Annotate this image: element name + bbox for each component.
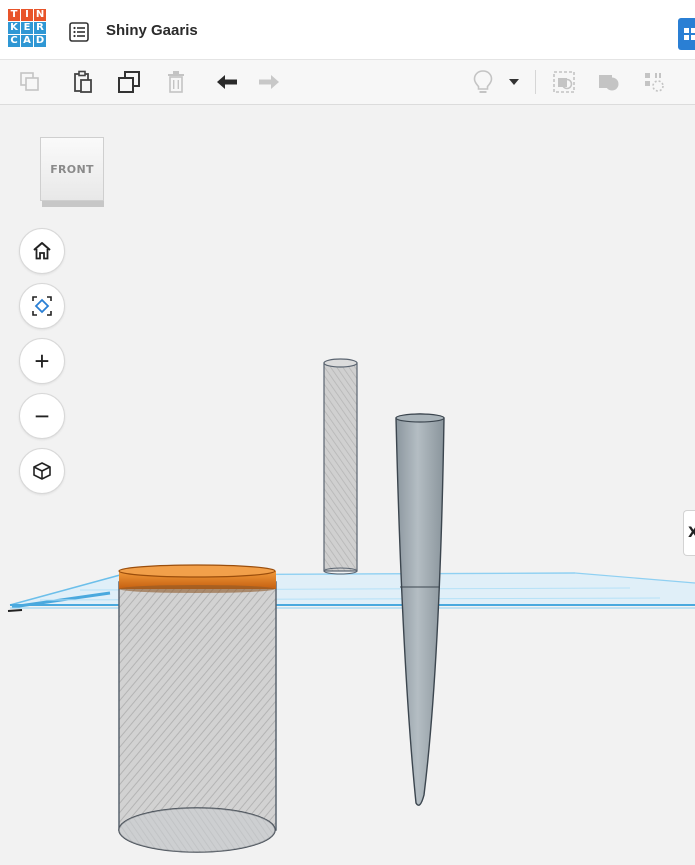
light-button[interactable]	[468, 67, 498, 97]
redo-button[interactable]	[254, 67, 284, 97]
align-icon	[645, 73, 664, 92]
workplane-viewport[interactable]: FRONT + − X	[0, 105, 695, 865]
logo-letter: I	[21, 9, 33, 21]
selected-ring[interactable]	[118, 564, 276, 593]
logo-letter: T	[8, 9, 20, 21]
edit-toolbar	[0, 60, 695, 105]
design-list-button[interactable]	[67, 20, 91, 44]
design-title[interactable]: Shiny Gaaris	[106, 22, 198, 39]
perspective-icon	[33, 462, 51, 480]
undo-button[interactable]	[212, 67, 242, 97]
logo-letter: K	[8, 22, 20, 34]
lightbulb-icon	[473, 70, 493, 93]
copy-icon	[20, 72, 39, 91]
hole-cylinder-large[interactable]	[118, 581, 277, 853]
minus-icon: −	[34, 400, 50, 431]
group-icon	[553, 71, 575, 93]
logo-letter: D	[34, 35, 46, 47]
title-bar: T I N K E R C A D Shiny Gaaris	[0, 0, 695, 60]
paste-icon	[74, 70, 92, 93]
tinkercad-logo[interactable]: T I N K E R C A D	[8, 9, 56, 57]
scene-3d[interactable]	[0, 105, 695, 865]
delete-button[interactable]	[161, 67, 191, 97]
view-cube[interactable]: FRONT	[40, 137, 106, 209]
side-panel-toggle[interactable]: X	[683, 510, 695, 556]
grid-icon	[684, 28, 695, 40]
logo-letter: E	[21, 22, 33, 34]
logo-letter: C	[8, 35, 20, 47]
copy-button[interactable]	[15, 67, 45, 97]
trash-icon	[168, 71, 184, 93]
home-icon	[33, 242, 51, 260]
solid-cone[interactable]	[395, 413, 445, 806]
toolbar-divider	[535, 70, 536, 94]
view-cube-label: FRONT	[50, 162, 94, 176]
logo-letter: R	[34, 22, 46, 34]
home-view-button[interactable]	[19, 228, 65, 274]
logo-grid: T I N K E R C A D	[8, 9, 56, 47]
workplane-edge-marker	[7, 609, 23, 612]
paste-button[interactable]	[68, 67, 98, 97]
grid-view-button[interactable]	[678, 18, 695, 50]
group-button[interactable]	[549, 67, 579, 97]
fit-view-button[interactable]	[19, 283, 65, 329]
ungroup-icon	[599, 75, 619, 91]
ungroup-button[interactable]	[594, 67, 624, 97]
logo-letter: N	[34, 9, 46, 21]
view-cube-bottom-face[interactable]	[42, 201, 104, 207]
zoom-out-button[interactable]: −	[19, 393, 65, 439]
light-dropdown-button[interactable]	[503, 67, 525, 97]
duplicate-icon	[118, 71, 140, 93]
workplane-grid[interactable]	[9, 572, 695, 609]
logo-letter: A	[21, 35, 33, 47]
fit-view-icon	[32, 296, 52, 316]
duplicate-button[interactable]	[114, 67, 144, 97]
view-cube-front-face[interactable]: FRONT	[40, 137, 104, 201]
side-panel-toggle-label: X	[688, 525, 695, 541]
caret-down-icon	[509, 79, 519, 85]
align-button[interactable]	[639, 67, 669, 97]
undo-arrow-icon	[217, 75, 237, 89]
redo-arrow-icon	[259, 75, 279, 89]
zoom-in-button[interactable]: +	[19, 338, 65, 384]
plus-icon: +	[34, 345, 50, 376]
perspective-toggle-button[interactable]	[19, 448, 65, 494]
list-icon	[69, 22, 89, 42]
hole-cylinder-rod[interactable]	[323, 358, 358, 575]
